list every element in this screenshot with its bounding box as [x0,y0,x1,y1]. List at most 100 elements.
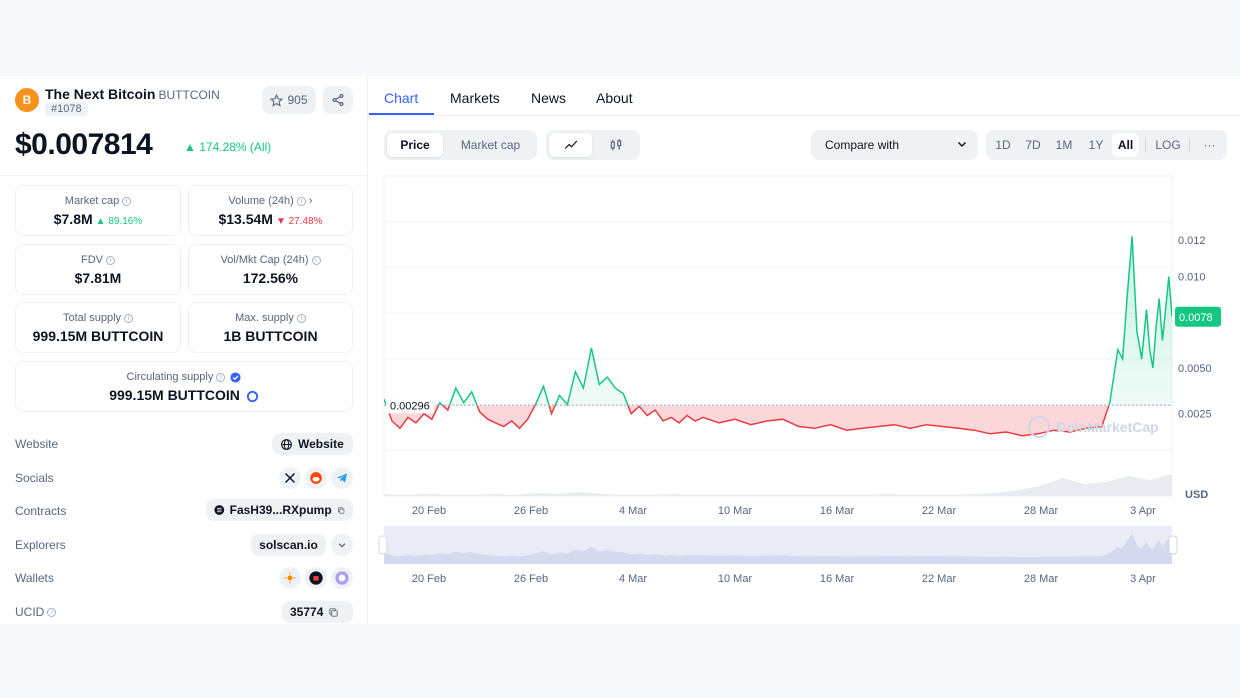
info-icon[interactable]: i [311,255,321,265]
share-button[interactable] [323,86,353,114]
chevron-down-icon [338,543,346,548]
line-chart-icon [564,140,577,149]
copy-icon[interactable] [328,607,339,618]
progress-ring-icon [246,390,258,402]
explorer-label: solscan.io [259,538,318,552]
navigator-tick-label: 10 Mar [718,573,753,585]
info-icon[interactable]: i [216,372,226,382]
stat-change-text: 89.16% [108,216,143,227]
wallet-phantom-icon[interactable] [331,567,353,589]
stat-change: ▼ 27.48% [275,216,323,227]
x-tick-label: 4 Mar [619,505,647,517]
stat-value: $7.8M [53,211,93,227]
stat-label: Volume (24h) [228,195,294,207]
copy-icon[interactable] [337,505,345,516]
range-1m[interactable]: 1M [1051,133,1077,157]
contract-button[interactable]: FasH39...RXpump [206,499,353,521]
navigator-tick-label: 28 Mar [1024,573,1059,585]
stat-label: Market cap [64,195,120,207]
stat-volume[interactable]: Volume (24h) i › $13.54M ▼ 27.48% [188,185,353,236]
tab-markets[interactable]: Markets [450,90,500,106]
baseline-label: 0.00296 [390,400,430,412]
ucid-button[interactable]: 35774 [282,601,353,623]
coin-symbol: BUTTCOIN [158,88,220,102]
price-change: ▲ 174.28% (All) [184,140,272,154]
tab-chart[interactable]: Chart [384,90,418,106]
price-chart[interactable]: 0.00296 0.0025 0.0050 0.010 0.012 0.0078 USD Co… [369,172,1240,612]
range-1d[interactable]: 1D [990,133,1016,157]
range-separator [1145,138,1146,152]
x-tick-label: 22 Mar [922,505,957,517]
currency-label: USD [1185,489,1208,501]
globe-icon [281,438,292,450]
stat-label: FDV [81,254,103,266]
ucid-value: 35774 [290,605,324,619]
verified-icon [230,372,241,383]
x-icon[interactable] [279,467,301,489]
wallet-dark-icon[interactable] [305,567,327,589]
watchlist-count: 905 [287,93,308,107]
contract-address: FasH39...RXpump [229,503,332,517]
info-icon[interactable]: i [296,313,306,323]
range-7d[interactable]: 7D [1020,133,1046,157]
navigator-tick-label: 3 Apr [1130,573,1156,585]
line-chart-button[interactable] [549,133,592,157]
stat-change-text: 27.48% [288,216,323,227]
info-icon[interactable]: i [124,313,134,323]
x-tick-label: 28 Mar [1024,505,1059,517]
stat-vol-mkt-cap: Vol/Mkt Cap (24h) i 172.56% [188,244,353,295]
price-value: $0.007814 [15,128,153,161]
stat-change: ▲ 89.16% [95,216,143,227]
price-change-text: 174.28% (All) [199,140,272,154]
explorers-label: Explorers [15,538,66,552]
navigator-handle-right [1168,535,1178,555]
stat-label: Max. supply [235,312,294,324]
stat-total-supply: Total supply i 999.15M BUTTCOIN [15,302,181,353]
watchlist-button[interactable]: 905 [262,86,316,114]
info-icon[interactable]: i [47,608,57,618]
website-button[interactable]: Website [272,433,353,455]
price-marketcap-toggle: Price Market cap [384,130,537,160]
navigator-tick-label: 22 Mar [922,573,957,585]
navigator-tick-label: 16 Mar [820,573,855,585]
chart-panel: Chart Markets News About Price Market ca… [369,76,1240,624]
x-tick-label: 10 Mar [718,505,753,517]
y-tick-label: 0.012 [1178,235,1206,247]
x-tick-label: 3 Apr [1130,505,1156,517]
reddit-icon[interactable] [305,467,327,489]
info-icon[interactable]: i [296,196,306,206]
range-all[interactable]: All [1112,133,1139,157]
tab-about[interactable]: About [596,90,633,106]
wallet-sun-icon[interactable] [279,567,301,589]
website-label: Website [15,437,59,451]
chevron-right-icon: › [308,195,313,207]
tab-bar: Chart Markets News About [369,76,1240,116]
range-1y[interactable]: 1Y [1083,133,1109,157]
tab-news[interactable]: News [531,90,566,106]
range-separator [1189,138,1190,152]
stat-fdv: FDV i $7.81M [15,244,181,295]
page: B The Next Bitcoin BUTTCOIN #1078 905 $0.… [0,76,1240,624]
more-options-button[interactable]: ··· [1196,133,1223,157]
compare-with-dropdown[interactable]: Compare with [811,130,978,160]
telegram-icon[interactable] [331,467,353,489]
price-button[interactable]: Price [387,133,443,157]
website-button-label: Website [298,437,344,451]
chevron-down-icon [957,141,967,148]
ucid-label: UCID i [15,605,57,619]
info-icon[interactable]: i [106,255,115,265]
watermark-text: CoinMarketCap [1056,419,1159,435]
chart-type-toggle [546,130,640,160]
x-tick-label: 16 Mar [820,505,855,517]
candlestick-icon [610,139,621,151]
explorers-dropdown-button[interactable] [331,534,353,556]
explorer-button[interactable]: solscan.io [251,534,326,556]
navigator-handle-left [378,535,388,555]
market-cap-button[interactable]: Market cap [447,133,534,157]
log-button[interactable]: LOG [1152,133,1184,157]
candlestick-button[interactable] [594,133,637,157]
share-icon [332,93,344,107]
info-icon[interactable]: i [122,196,132,206]
rank-badge: #1078 [45,102,88,116]
coin-name-text: The Next Bitcoin [45,86,156,102]
